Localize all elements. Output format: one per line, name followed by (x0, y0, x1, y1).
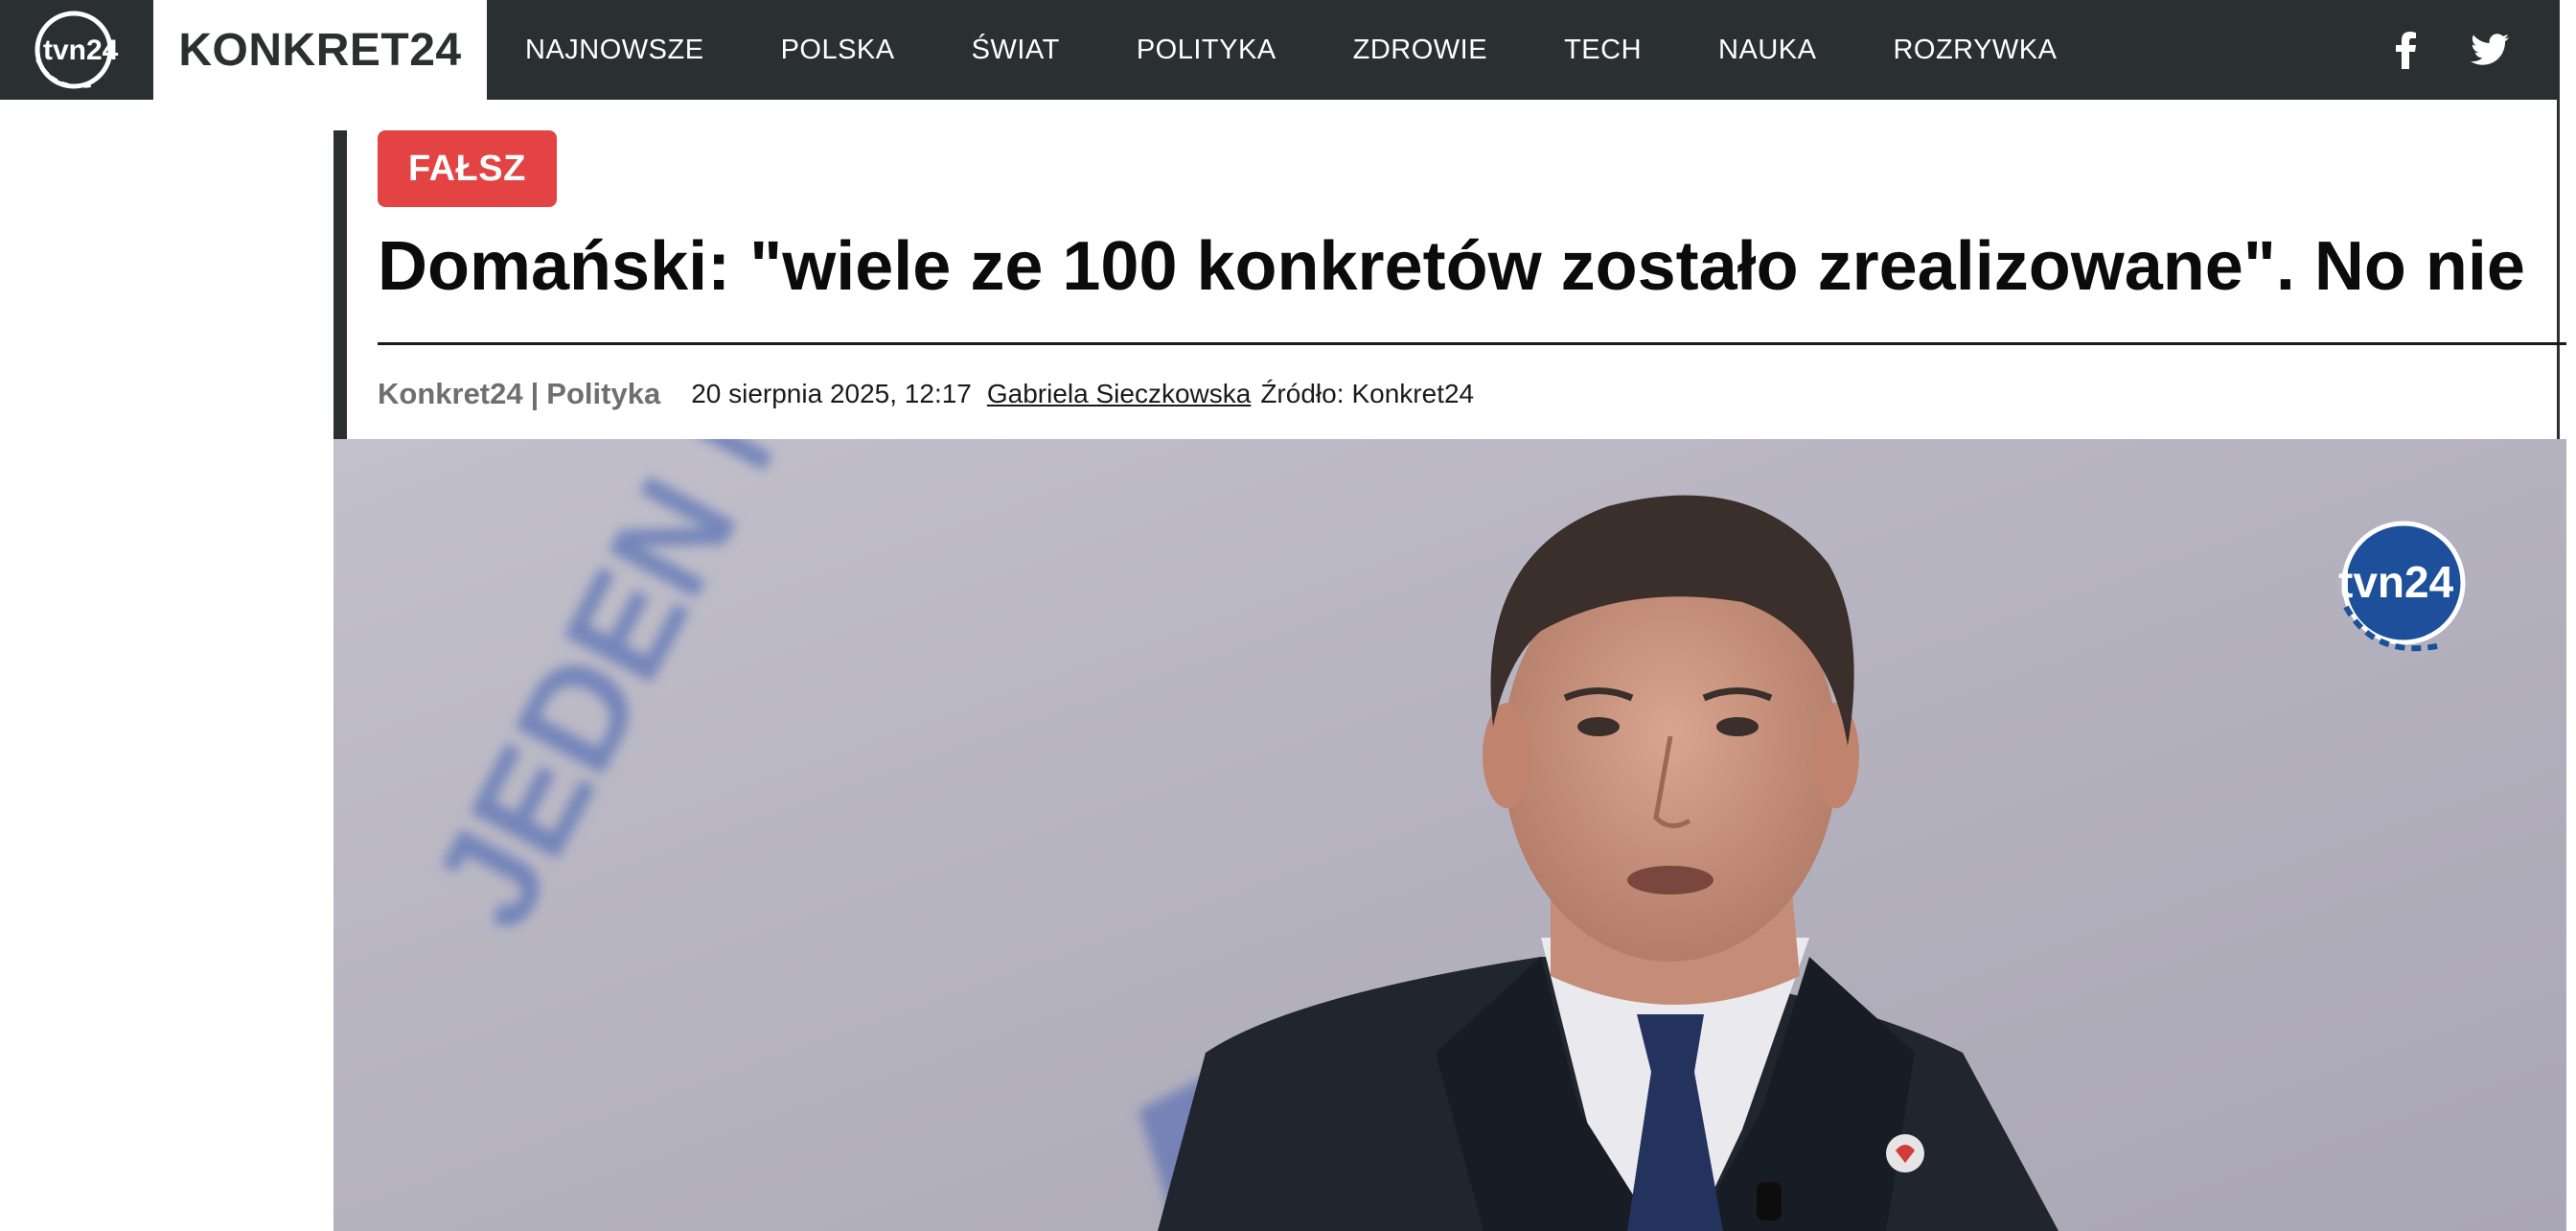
social-links (2396, 0, 2509, 100)
meta-section[interactable]: Konkret24 (378, 377, 523, 411)
hero-photo: JEDEN NA JEDEN (334, 439, 2566, 1231)
brand-name: KONKRET24 (178, 24, 462, 76)
nav-item-najnowsze[interactable]: NAJNOWSZE (487, 0, 743, 100)
meta-source-label: Źródło: (1260, 379, 1345, 408)
meta-date: 20 sierpnia 2025, 12:17 (691, 379, 972, 408)
logo-text: tvn24 (43, 35, 119, 66)
twitter-icon[interactable] (2471, 34, 2509, 66)
verdict-badge: FAŁSZ (378, 130, 557, 207)
watermark-text: tvn24 (2338, 557, 2454, 607)
hero-image: JEDEN NA JEDEN (334, 439, 2566, 1231)
meta-source: Konkret24 (1351, 379, 1475, 408)
top-navigation-bar: tvn24 KONKRET24 NAJNOWSZE POLSKA ŚWIAT P… (0, 0, 2557, 100)
tvn24-logo-icon: tvn24 (34, 11, 119, 89)
title-divider (378, 342, 2566, 345)
nav-item-zdrowie[interactable]: ZDROWIE (1315, 0, 1526, 100)
nav-item-swiat[interactable]: ŚWIAT (933, 0, 1098, 100)
meta-author-link[interactable]: Gabriela Sieczkowska (987, 379, 1251, 409)
article-accent-bar (334, 130, 347, 439)
brand-link[interactable]: KONKRET24 (153, 0, 487, 100)
nav-item-polityka[interactable]: POLITYKA (1098, 0, 1315, 100)
nav-item-rozrywka[interactable]: ROZRYWKA (1854, 0, 2095, 100)
nav-item-tech[interactable]: TECH (1526, 0, 1680, 100)
nav-item-nauka[interactable]: NAUKA (1680, 0, 1854, 100)
facebook-icon[interactable] (2396, 31, 2417, 69)
article-title: Domański: "wiele ze 100 konkretów został… (378, 228, 2525, 305)
meta-separator: | (530, 377, 540, 410)
meta-category[interactable]: Polityka (546, 377, 660, 411)
main-nav: NAJNOWSZE POLSKA ŚWIAT POLITYKA ZDROWIE … (487, 0, 2096, 100)
tvn24-logo[interactable]: tvn24 (0, 0, 153, 100)
article-meta: Konkret24 | Polityka 20 sierpnia 2025, 1… (378, 370, 1474, 418)
nav-item-polska[interactable]: POLSKA (743, 0, 933, 100)
